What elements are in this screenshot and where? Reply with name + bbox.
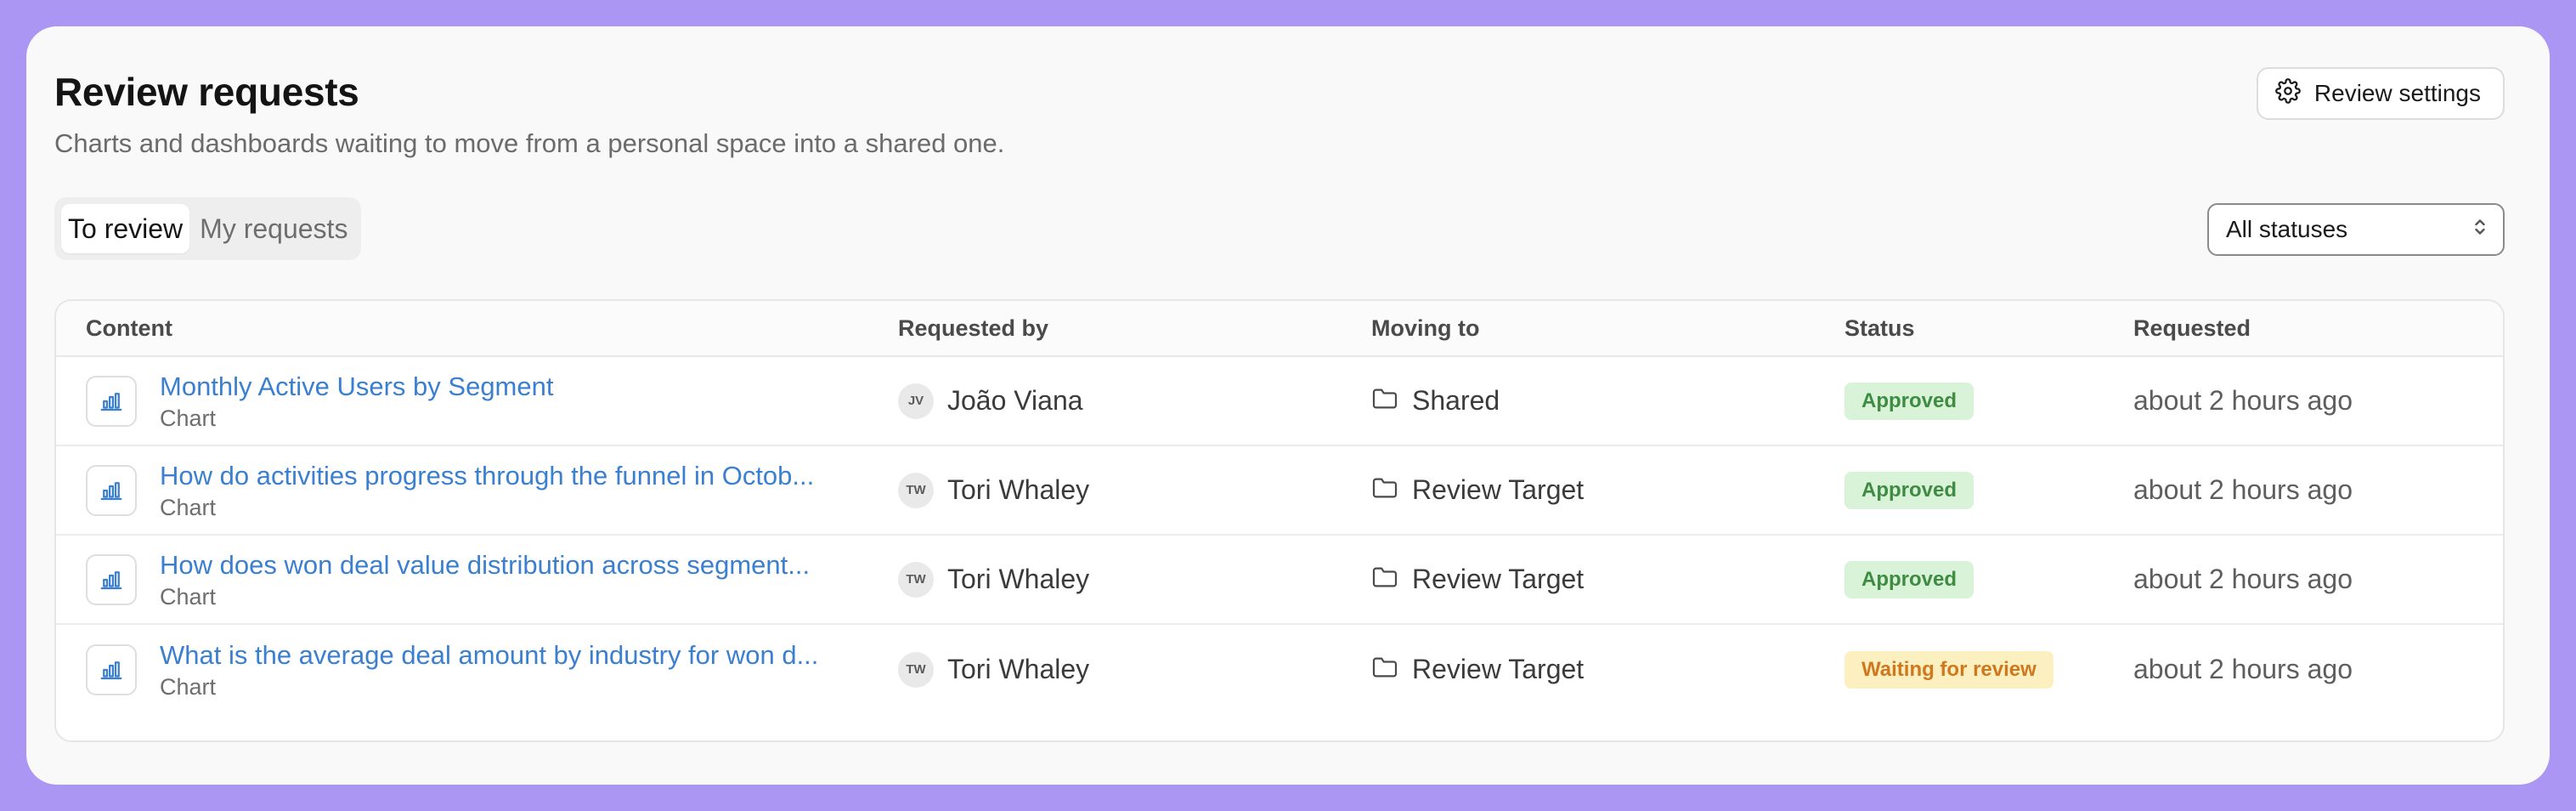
- requested-time: about 2 hours ago: [2133, 564, 2353, 594]
- avatar: TW: [898, 561, 934, 598]
- content-title-link[interactable]: What is the average deal amount by indus…: [160, 638, 865, 672]
- chevron-up-down-icon: [2472, 216, 2488, 243]
- status-badge: Waiting for review: [1844, 650, 2053, 689]
- page-title: Review requests: [54, 70, 359, 114]
- requested-time: about 2 hours ago: [2133, 654, 2353, 684]
- folder-icon: [1371, 477, 1398, 503]
- requester-name: Tori Whaley: [947, 654, 1090, 684]
- avatar: TW: [898, 651, 934, 688]
- column-header-status: Status: [1844, 315, 1915, 341]
- review-requests-panel: Review requests Charts and dashboards wa…: [26, 26, 2550, 785]
- content-type: Chart: [160, 494, 217, 520]
- gear-icon: [2275, 77, 2301, 110]
- requested-time: about 2 hours ago: [2133, 385, 2353, 416]
- requester-name: Tori Whaley: [947, 474, 1090, 505]
- content-type: Chart: [160, 583, 217, 610]
- column-header-content: Content: [86, 315, 172, 341]
- table-header: Content Requested by Moving to Status Re…: [56, 301, 2503, 357]
- content-title-link[interactable]: How do activities progress through the f…: [160, 459, 865, 493]
- requested-time: about 2 hours ago: [2133, 474, 2353, 505]
- table-row[interactable]: What is the average deal amount by indus…: [56, 625, 2503, 714]
- content-type: Chart: [160, 673, 217, 700]
- avatar: JV: [898, 383, 934, 419]
- column-header-moving-to: Moving to: [1371, 315, 1480, 341]
- bar-chart-icon: [86, 375, 137, 427]
- status-filter-select[interactable]: All statuses: [2207, 203, 2505, 256]
- column-header-requested-by: Requested by: [898, 315, 1049, 341]
- table-row[interactable]: Monthly Active Users by Segment Chart JV…: [56, 357, 2503, 446]
- avatar: TW: [898, 472, 934, 508]
- tab-my-requests[interactable]: My requests: [193, 204, 354, 253]
- table-row[interactable]: How do activities progress through the f…: [56, 446, 2503, 536]
- status-filter-value: All statuses: [2226, 216, 2348, 242]
- destination-name: Review Target: [1412, 474, 1585, 505]
- table-row[interactable]: How does won deal value distribution acr…: [56, 536, 2503, 625]
- status-badge: Approved: [1844, 471, 1974, 509]
- content-type: Chart: [160, 405, 217, 431]
- content-title-link[interactable]: How does won deal value distribution acr…: [160, 548, 865, 582]
- status-badge: Approved: [1844, 560, 1974, 598]
- status-badge: Approved: [1844, 382, 1974, 420]
- destination-name: Shared: [1412, 385, 1500, 416]
- review-tabs: To review My requests: [54, 197, 362, 260]
- review-settings-label: Review settings: [2313, 80, 2481, 106]
- requester-name: João Viana: [947, 385, 1083, 416]
- folder-icon: [1371, 656, 1398, 683]
- destination-name: Review Target: [1412, 654, 1585, 684]
- bar-chart-icon: [86, 464, 137, 516]
- destination-name: Review Target: [1412, 564, 1585, 594]
- folder-icon: [1371, 388, 1398, 414]
- review-settings-button[interactable]: Review settings: [2256, 67, 2505, 120]
- column-header-requested: Requested: [2133, 315, 2251, 341]
- content-title-link[interactable]: Monthly Active Users by Segment: [160, 370, 865, 404]
- bar-chart-icon: [86, 553, 137, 605]
- tab-to-review[interactable]: To review: [61, 204, 190, 253]
- requester-name: Tori Whaley: [947, 564, 1090, 594]
- page-subtitle: Charts and dashboards waiting to move fr…: [54, 128, 1005, 158]
- review-requests-table: Content Requested by Moving to Status Re…: [54, 299, 2505, 742]
- bar-chart-icon: [86, 644, 137, 695]
- folder-icon: [1371, 566, 1398, 593]
